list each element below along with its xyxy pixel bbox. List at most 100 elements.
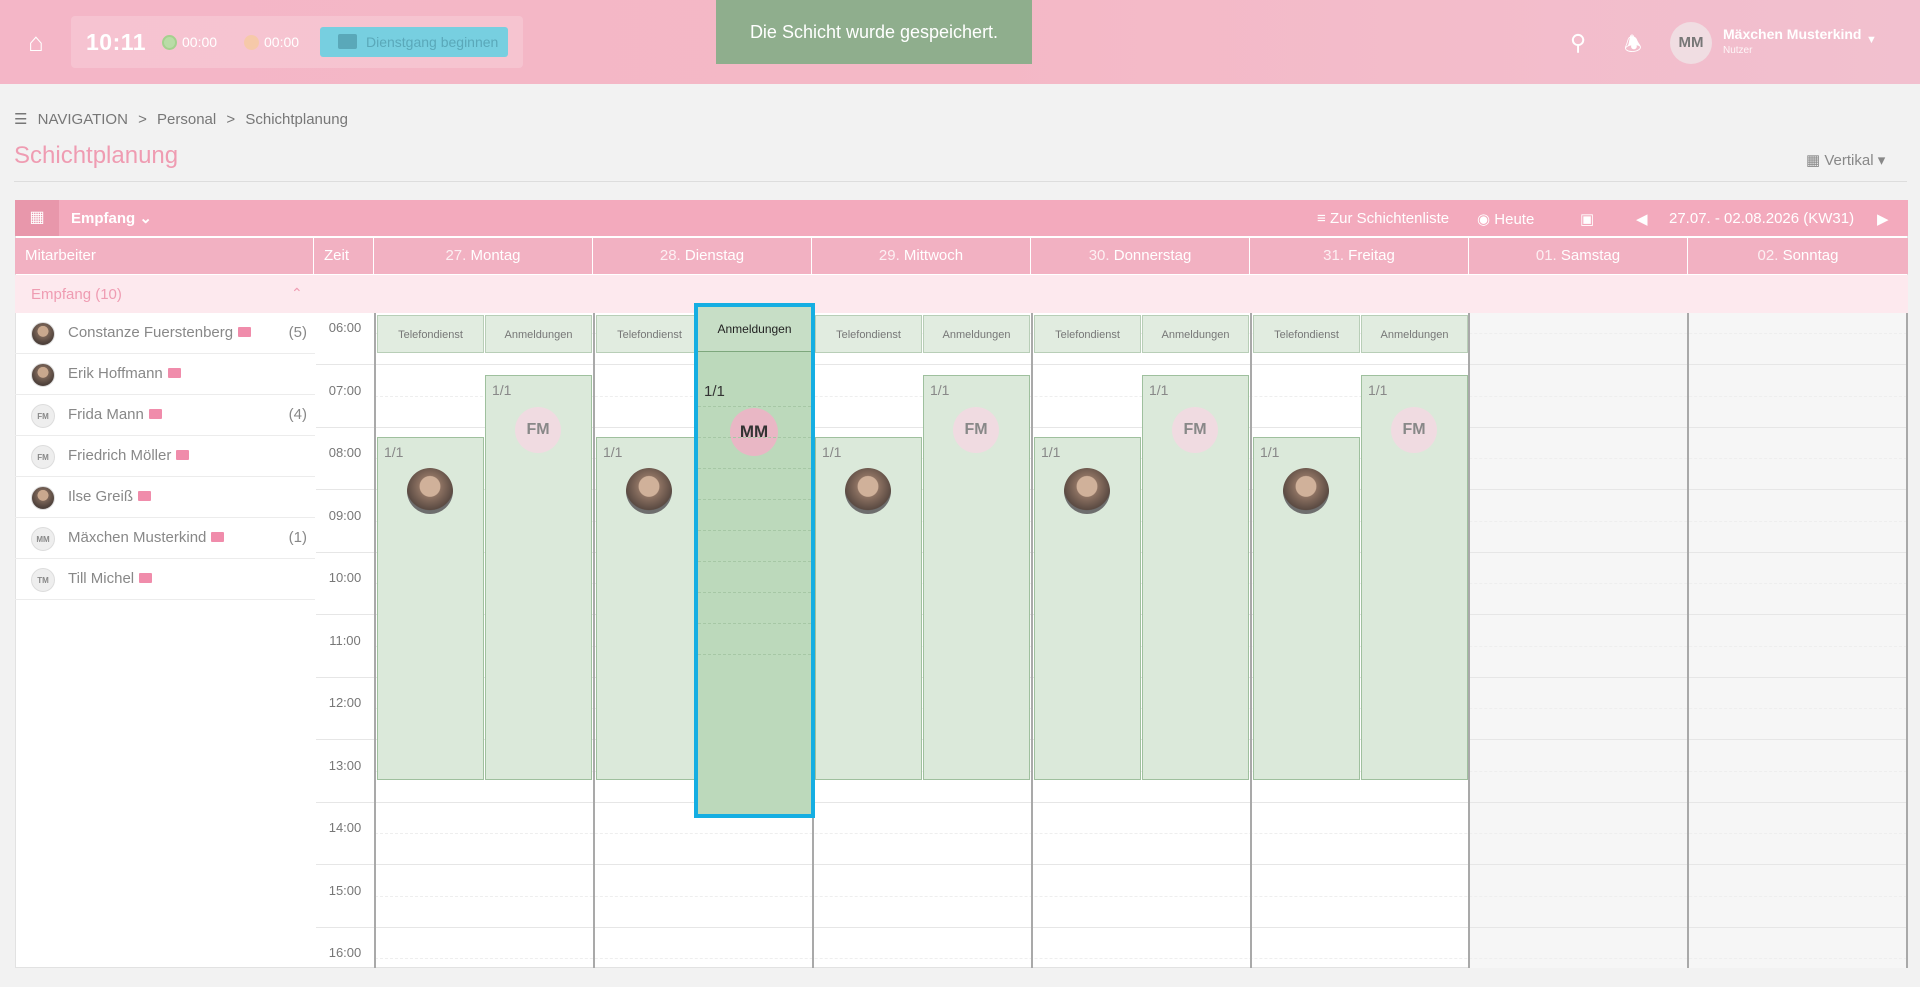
- shift-block-telefondienst[interactable]: 1/1: [377, 437, 484, 780]
- group-select[interactable]: Empfang ⌄: [71, 209, 152, 227]
- shift-fraction: 1/1: [1041, 444, 1061, 460]
- dienstgang-button[interactable]: Dienstgang beginnen: [320, 27, 508, 57]
- bell-icon[interactable]: 🕭: [1624, 30, 1642, 64]
- day-separator: [374, 313, 376, 968]
- day-separator: [1468, 313, 1470, 968]
- prev-week-icon[interactable]: ◀: [1636, 210, 1648, 228]
- assigned-avatar-photo[interactable]: [1283, 468, 1329, 514]
- chevron-up-icon[interactable]: ⌃: [291, 285, 303, 302]
- employee-row[interactable]: FM Friedrich Möller: [15, 436, 315, 477]
- toast-message: Die Schicht wurde gespeichert.: [716, 0, 1032, 64]
- mail-icon[interactable]: [148, 409, 162, 419]
- breadcrumb-personal[interactable]: Personal: [157, 111, 216, 128]
- assigned-avatar-photo[interactable]: [626, 468, 672, 514]
- assigned-avatar-photo[interactable]: [407, 468, 453, 514]
- page-title: Schichtplanung: [14, 142, 179, 169]
- assigned-avatar-photo[interactable]: [845, 468, 891, 514]
- selected-shift-gridline: [698, 561, 811, 562]
- home-icon[interactable]: ⌂: [22, 28, 50, 56]
- shift-block-anmeldungen[interactable]: 1/1 FM: [923, 375, 1030, 780]
- work-timer[interactable]: 00:00: [162, 34, 217, 50]
- shift-fraction: 1/1: [492, 382, 512, 398]
- shift-header-telefondienst[interactable]: Telefondienst: [1253, 315, 1360, 353]
- employee-row[interactable]: TM Till Michel: [15, 559, 315, 600]
- mail-icon[interactable]: [238, 327, 252, 337]
- shift-header-anmeldungen[interactable]: Anmeldungen: [1142, 315, 1249, 353]
- selected-shift-gridline: [698, 592, 811, 593]
- selected-shift-gridline: [698, 623, 811, 624]
- employee-row[interactable]: MM Mäxchen Musterkind (1): [15, 518, 315, 559]
- pause-timer[interactable]: 00:00: [244, 34, 299, 50]
- assigned-avatar-fm[interactable]: FM: [953, 407, 999, 453]
- day-header-monday[interactable]: 27. Montag: [374, 238, 593, 274]
- chevron-down-icon: ⌄: [139, 210, 152, 227]
- shift-block-anmeldungen[interactable]: 1/1 FM: [485, 375, 592, 780]
- day-header-sunday[interactable]: 02. Sonntag: [1688, 238, 1908, 274]
- mail-icon[interactable]: [176, 450, 190, 460]
- group-label: Empfang (10): [31, 286, 122, 303]
- search-icon[interactable]: ⚲: [1570, 30, 1586, 56]
- shift-header-telefondienst[interactable]: Telefondienst: [815, 315, 922, 353]
- menu-icon[interactable]: ☰: [14, 111, 27, 128]
- selected-shift-fraction: 1/1: [704, 383, 725, 400]
- day-header-thursday[interactable]: 30. Donnerstag: [1031, 238, 1250, 274]
- user-avatar[interactable]: MM: [1670, 22, 1712, 64]
- breadcrumb-navigation[interactable]: NAVIGATION: [38, 111, 128, 128]
- shift-block-anmeldungen[interactable]: 1/1 FM: [1361, 375, 1468, 780]
- shift-fraction: 1/1: [1368, 382, 1388, 398]
- user-name[interactable]: Mäxchen Musterkind: [1723, 26, 1861, 42]
- employee-row[interactable]: Erik Hoffmann: [15, 354, 315, 395]
- shift-block-anmeldungen[interactable]: 1/1 FM: [1142, 375, 1249, 780]
- shift-block-telefondienst[interactable]: 1/1: [1034, 437, 1141, 780]
- clock: 10:11: [86, 29, 147, 55]
- selected-shift-title[interactable]: Anmeldungen: [698, 307, 811, 352]
- time-label: 11:00: [329, 632, 361, 648]
- shift-block-telefondienst[interactable]: 1/1: [815, 437, 922, 780]
- assigned-avatar-fm[interactable]: FM: [1172, 407, 1218, 453]
- time-label: 06:00: [328, 320, 362, 335]
- employee-row[interactable]: Ilse Greiß: [15, 477, 315, 518]
- employees-header: Mitarbeiter: [15, 238, 314, 274]
- employee-avatar: [31, 363, 55, 387]
- shift-header-telefondienst[interactable]: Telefondienst: [1034, 315, 1141, 353]
- shift-header-telefondienst[interactable]: Telefondienst: [596, 315, 703, 353]
- assigned-avatar-mm[interactable]: MM: [730, 408, 778, 456]
- mail-icon[interactable]: [211, 532, 225, 542]
- next-week-icon[interactable]: ▶: [1877, 210, 1889, 228]
- assigned-avatar-photo[interactable]: [1064, 468, 1110, 514]
- selected-shift-gridline: [698, 437, 811, 438]
- time-header: Zeit: [314, 238, 374, 274]
- shift-header-anmeldungen[interactable]: Anmeldungen: [923, 315, 1030, 353]
- divider: [14, 181, 1907, 182]
- assigned-avatar-fm[interactable]: FM: [1391, 407, 1437, 453]
- employee-row[interactable]: Constanze Fuerstenberg (5): [15, 313, 315, 354]
- day-header-tuesday[interactable]: 28. Dienstag: [593, 238, 812, 274]
- day-header-wednesday[interactable]: 29. Mittwoch: [812, 238, 1031, 274]
- view-select[interactable]: ▦ Vertikal ▾: [1806, 151, 1885, 169]
- chevron-down-icon[interactable]: ▼: [1866, 34, 1877, 46]
- breadcrumb-separator: >: [226, 111, 236, 128]
- breadcrumb: ☰ NAVIGATION > Personal > Schichtplanung: [14, 110, 354, 128]
- shift-fraction: 1/1: [930, 382, 950, 398]
- mail-icon[interactable]: [138, 491, 152, 501]
- employee-row[interactable]: FM Frida Mann (4): [15, 395, 315, 436]
- group-row[interactable]: Empfang (10) ⌃: [15, 275, 1908, 313]
- calendar-icon[interactable]: ▣: [1580, 210, 1594, 228]
- hour-line: [316, 801, 1907, 803]
- day-header-saturday[interactable]: 01. Samstag: [1469, 238, 1688, 274]
- mail-icon[interactable]: [139, 573, 153, 583]
- shift-header-anmeldungen[interactable]: Anmeldungen: [1361, 315, 1468, 353]
- mail-icon[interactable]: [167, 368, 181, 378]
- shift-header-telefondienst[interactable]: Telefondienst: [377, 315, 484, 353]
- today-button[interactable]: ◉ Heute: [1477, 210, 1534, 228]
- shift-block-telefondienst[interactable]: 1/1: [596, 437, 703, 780]
- day-header-friday[interactable]: 31. Freitag: [1250, 238, 1469, 274]
- grid-icon[interactable]: ▦: [15, 200, 59, 236]
- shift-block-telefondienst[interactable]: 1/1: [1253, 437, 1360, 780]
- time-label: 09:00: [328, 507, 362, 523]
- shift-header-anmeldungen[interactable]: Anmeldungen: [485, 315, 592, 353]
- shift-list-link[interactable]: ≡ Zur Schichtenliste: [1317, 210, 1449, 227]
- time-label: 12:00: [328, 695, 362, 710]
- employee-avatar: MM: [31, 527, 55, 551]
- assigned-avatar-fm[interactable]: FM: [515, 407, 561, 453]
